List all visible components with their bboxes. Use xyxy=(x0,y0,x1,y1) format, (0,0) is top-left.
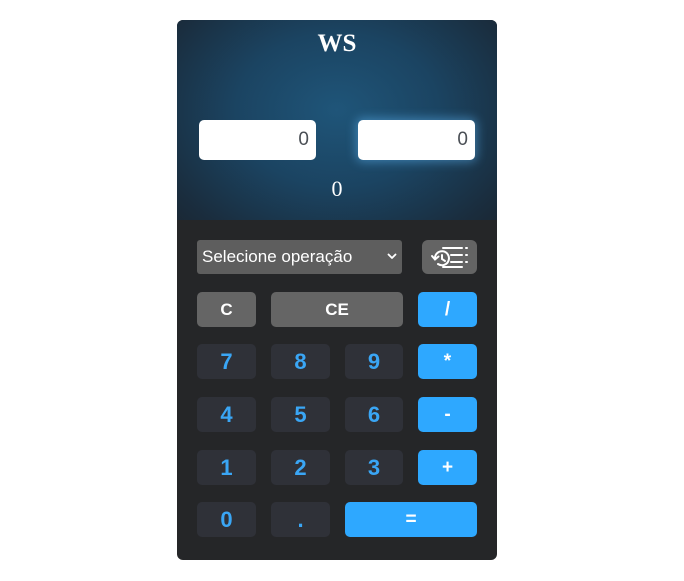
decimal-button[interactable]: . xyxy=(271,502,330,537)
digit-7-button[interactable]: 7 xyxy=(197,344,256,379)
equals-button[interactable]: = xyxy=(345,502,477,537)
subtract-button[interactable]: - xyxy=(418,397,477,432)
add-button[interactable]: + xyxy=(418,450,477,485)
operation-select[interactable]: Selecione operação xyxy=(197,240,402,274)
digit-0-button[interactable]: 0 xyxy=(197,502,256,537)
digit-3-button[interactable]: 3 xyxy=(345,450,403,485)
operation-select-value: Selecione operação xyxy=(202,247,353,266)
calculator-screen: WS 0 xyxy=(177,20,497,220)
digit-5-button[interactable]: 5 xyxy=(271,397,330,432)
clear-button[interactable]: C xyxy=(197,292,256,327)
digit-6-button[interactable]: 6 xyxy=(345,397,403,432)
history-list-icon xyxy=(431,247,468,268)
history-button[interactable] xyxy=(422,240,477,274)
digit-4-button[interactable]: 4 xyxy=(197,397,256,432)
digit-1-button[interactable]: 1 xyxy=(197,450,256,485)
result-display: 0 xyxy=(331,176,343,201)
digit-8-button[interactable]: 8 xyxy=(271,344,330,379)
digit-9-button[interactable]: 9 xyxy=(345,344,403,379)
calculator-title: WS xyxy=(317,30,357,57)
calculator: WS 0 Selecione operação C xyxy=(177,20,497,560)
divide-button[interactable]: / xyxy=(418,292,477,327)
multiply-button[interactable]: * xyxy=(418,344,477,379)
second-number-input[interactable] xyxy=(358,120,475,160)
digit-2-button[interactable]: 2 xyxy=(271,450,330,485)
clear-entry-button[interactable]: CE xyxy=(271,292,403,327)
first-number-input[interactable] xyxy=(199,120,316,160)
chevron-down-icon xyxy=(387,240,397,287)
